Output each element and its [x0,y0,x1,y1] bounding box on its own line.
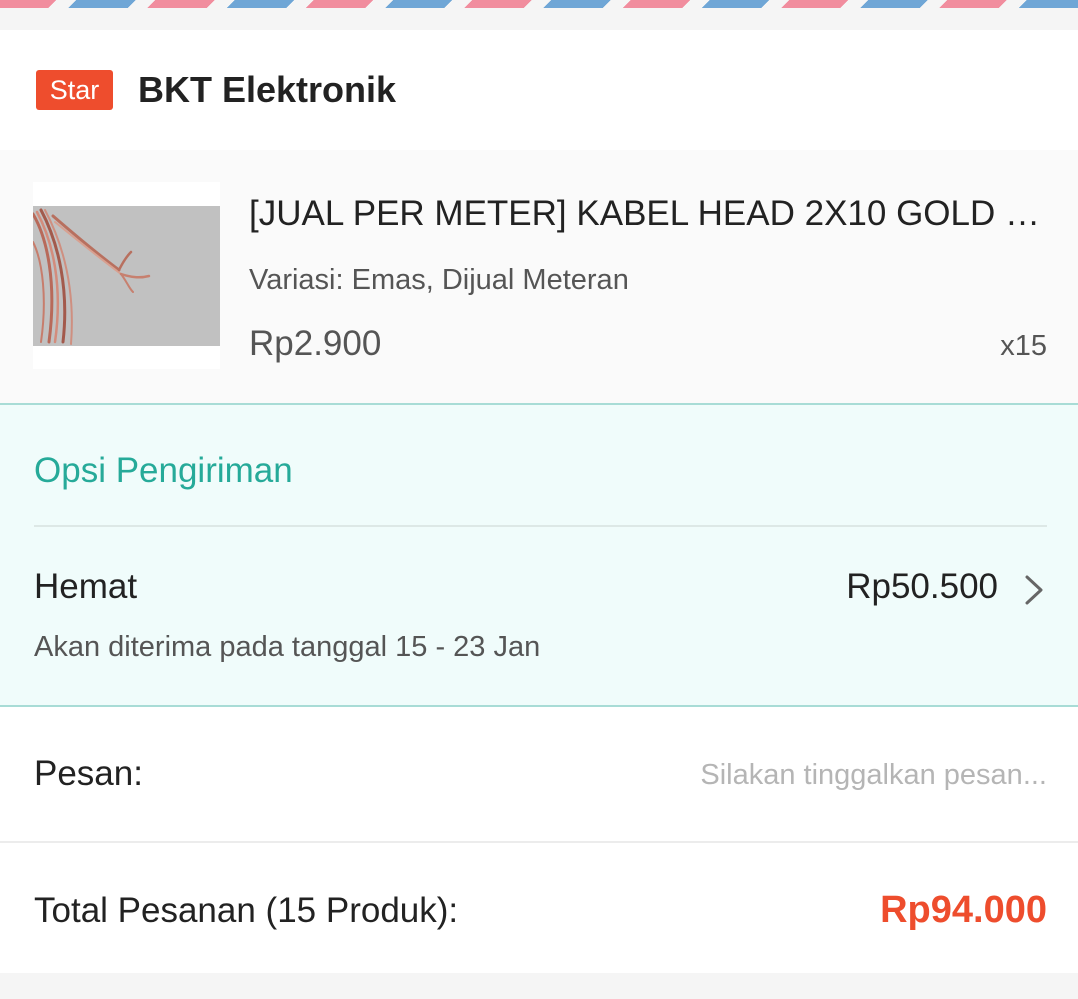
shipping-option-name[interactable]: Hemat [34,565,137,609]
product-quantity: x15 [1000,330,1047,362]
order-total-label: Total Pesanan (15 Produk): [34,891,459,930]
order-total-value: Rp94.000 [880,889,1047,931]
envelope-border-decoration [0,0,1078,8]
message-input[interactable] [487,753,1047,797]
shipping-section-title: Opsi Pengiriman [34,451,293,490]
message-row: Pesan: [0,707,1078,843]
message-label: Pesan: [34,754,143,793]
order-card: Star BKT Elektronik [JUAL PER METER] KAB… [0,30,1078,973]
shop-name[interactable]: BKT Elektronik [138,68,396,112]
order-total-row: Total Pesanan (15 Produk): Rp94.000 [0,843,1078,973]
chevron-right-icon[interactable] [1022,573,1046,607]
product-price: Rp2.900 [249,324,382,363]
shipping-eta: Akan diterima pada tanggal 15 - 23 Jan [34,631,541,663]
shop-header[interactable]: Star BKT Elektronik [0,30,1078,150]
product-variation: Variasi: Emas, Dijual Meteran [249,264,629,296]
product-thumbnail[interactable] [33,182,220,369]
shipping-options-section[interactable]: Opsi Pengiriman Hemat Rp50.500 Akan dite… [0,403,1078,707]
product-item[interactable]: [JUAL PER METER] KABEL HEAD 2X10 GOLD SP… [0,150,1078,403]
star-badge: Star [36,70,113,110]
divider [34,525,1047,527]
cable-image [33,206,220,346]
product-title[interactable]: [JUAL PER METER] KABEL HEAD 2X10 GOLD SP… [249,192,1049,236]
shipping-option-price[interactable]: Rp50.500 [846,565,998,609]
